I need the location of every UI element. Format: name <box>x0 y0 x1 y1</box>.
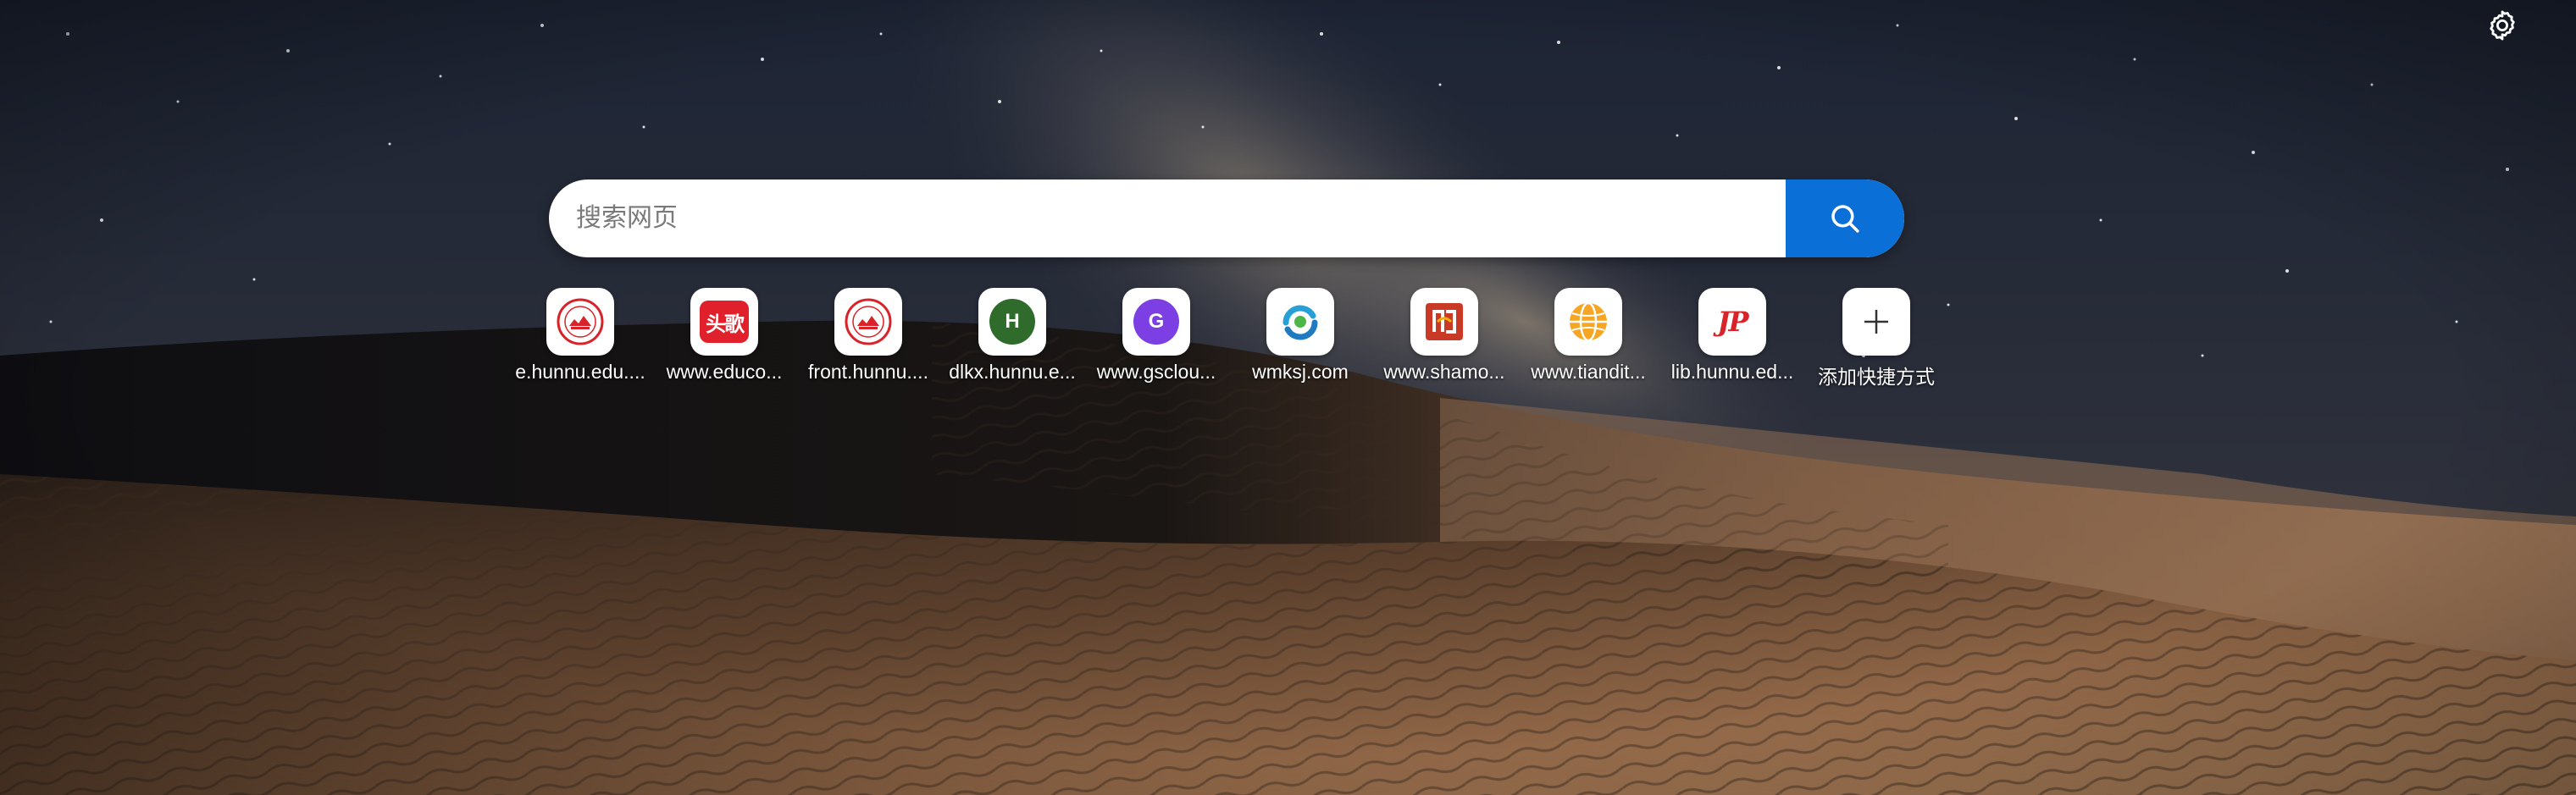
tile-icon-container <box>1266 288 1334 356</box>
quick-link-tile[interactable]: 头歌 www.educo... <box>652 284 796 393</box>
quick-link-tile[interactable]: front.hunnu.... <box>796 284 940 393</box>
quick-link-tile[interactable]: www.shamo... <box>1372 284 1516 393</box>
tile-label: lib.hunnu.ed... <box>1670 361 1794 383</box>
search-input[interactable] <box>549 179 1786 257</box>
letter-h-icon: H <box>989 299 1035 345</box>
plus-icon <box>1864 310 1888 334</box>
tile-icon-container <box>1554 288 1622 356</box>
new-tab-page: e.hunnu.edu.... 头歌 www.educo... front. <box>0 0 2576 795</box>
tianditu-globe-icon <box>1570 301 1607 342</box>
quick-link-tile[interactable]: wmksj.com <box>1228 284 1372 393</box>
wmksj-logo-icon <box>1282 305 1318 340</box>
search-button[interactable] <box>1786 179 1904 257</box>
quick-link-tile[interactable]: G www.gsclou... <box>1084 284 1228 393</box>
tile-label: www.gsclou... <box>1096 361 1216 383</box>
tile-icon-container <box>834 288 902 356</box>
settings-button[interactable] <box>2480 3 2524 47</box>
quick-link-tile[interactable]: H dlkx.hunnu.e... <box>940 284 1084 393</box>
tile-icon-container <box>546 288 614 356</box>
quick-link-tile[interactable]: JP lib.hunnu.ed... <box>1660 284 1804 393</box>
tile-icon-container: G <box>1122 288 1190 356</box>
hunnu-seal-icon <box>557 298 604 345</box>
background-wallpaper <box>0 0 2576 795</box>
quick-links: e.hunnu.edu.... 头歌 www.educo... front.hu… <box>508 284 2067 395</box>
tile-label: dlkx.hunnu.e... <box>949 361 1076 383</box>
tile-icon-container: 头歌 <box>690 288 758 356</box>
letter-h-glyph: H <box>1005 310 1020 333</box>
search-box <box>549 179 1904 257</box>
letter-g-icon: G <box>1133 299 1179 345</box>
toutiao-logo-icon: 头歌 <box>700 301 749 343</box>
tile-label: e.hunnu.edu.... <box>515 361 645 383</box>
gear-icon <box>2490 10 2515 41</box>
jp-logo-icon: JP <box>1717 306 1748 338</box>
add-shortcut-button[interactable]: 添加快捷方式 <box>1804 284 1948 393</box>
quick-link-tile[interactable]: www.tiandit... <box>1516 284 1660 393</box>
toutiao-logo-glyph: 头歌 <box>706 312 745 336</box>
tile-label: 添加快捷方式 <box>1818 366 1935 388</box>
letter-g-glyph: G <box>1148 310 1165 333</box>
tile-icon-container: JP <box>1698 288 1766 356</box>
quick-link-tile[interactable]: e.hunnu.edu.... <box>508 284 652 393</box>
shamo-logo-icon <box>1426 303 1463 340</box>
tile-icon-container <box>1842 288 1910 356</box>
tile-label: www.shamo... <box>1383 361 1505 383</box>
tile-label: front.hunnu.... <box>808 361 928 383</box>
search-icon <box>1831 205 1859 233</box>
tile-icon-container: H <box>978 288 1046 356</box>
tile-icon-container <box>1410 288 1478 356</box>
tile-label: wmksj.com <box>1252 361 1349 383</box>
tile-label: www.tiandit... <box>1531 361 1646 383</box>
tile-label: www.educo... <box>666 361 783 383</box>
hunnu-seal-icon <box>845 298 892 345</box>
